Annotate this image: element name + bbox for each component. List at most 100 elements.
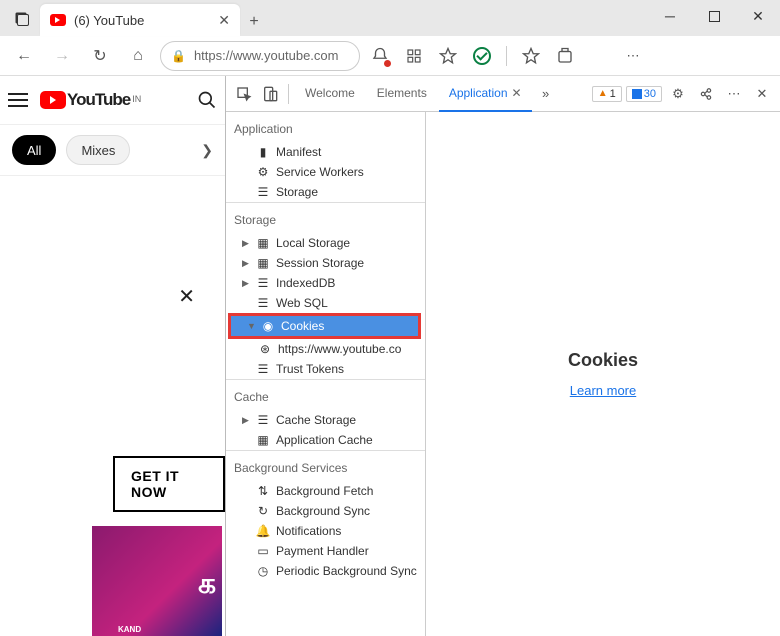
address-bar: ← → ↻ ⌂ 🔒 https://www.youtube.com ⋯ — [0, 36, 780, 76]
home-button[interactable]: ⌂ — [122, 40, 154, 72]
sidebar-item-cache-storage[interactable]: ▶☰Cache Storage — [226, 410, 425, 430]
tab-close-button[interactable]: ✕ — [218, 12, 230, 29]
section-application: Application — [226, 112, 425, 142]
reload-button[interactable]: ↻ — [84, 40, 116, 72]
tab-strip: (6) YouTube ✕ + — [0, 0, 268, 36]
database-icon: ☰ — [256, 276, 270, 290]
youtube-favicon-icon — [50, 14, 66, 26]
tab-application[interactable]: Application✕ — [439, 76, 532, 112]
get-it-now-button[interactable]: GET IT NOW — [113, 456, 225, 512]
device-toggle-icon[interactable] — [258, 82, 282, 106]
separator — [288, 84, 289, 104]
devtools-tab-bar: Welcome Elements Application✕ » ▲1 30 ⚙ … — [226, 76, 780, 112]
notifications-icon[interactable] — [366, 42, 394, 70]
sidebar-item-notifications[interactable]: 🔔Notifications — [226, 521, 425, 541]
sidebar-item-cookies[interactable]: ▼◉Cookies — [231, 316, 418, 336]
more-menu-button[interactable]: ⋯ — [619, 42, 647, 70]
dismiss-banner-button[interactable]: ✕ — [178, 284, 195, 309]
card-icon: ▭ — [256, 544, 270, 558]
collections-icon[interactable] — [551, 42, 579, 70]
chip-mixes[interactable]: Mixes — [66, 135, 130, 165]
devtools-panel: Welcome Elements Application✕ » ▲1 30 ⚙ … — [225, 76, 780, 636]
learn-more-link[interactable]: Learn more — [570, 383, 636, 398]
section-cache: Cache — [226, 380, 425, 410]
sidebar-item-app-cache[interactable]: ▦Application Cache — [226, 430, 425, 450]
sidebar-item-storage-app[interactable]: ☰Storage — [226, 182, 425, 202]
globe-icon: ⊛ — [258, 342, 272, 356]
browser-tab[interactable]: (6) YouTube ✕ — [40, 4, 240, 36]
url-field[interactable]: 🔒 https://www.youtube.com — [160, 41, 360, 71]
forward-button: → — [46, 40, 78, 72]
chip-scroll-right[interactable]: ❯ — [201, 142, 213, 159]
cookies-highlight: ▼◉Cookies — [228, 313, 421, 339]
database-icon: ☰ — [256, 296, 270, 310]
sidebar-item-indexeddb[interactable]: ▶☰IndexedDB — [226, 273, 425, 293]
new-tab-button[interactable]: + — [240, 8, 268, 36]
page-content: YouTube IN All Mixes ❯ ✕ GET IT NOW ORIG… — [0, 76, 225, 636]
chip-bar: All Mixes ❯ — [0, 124, 225, 176]
section-storage: Storage — [226, 203, 425, 233]
separator — [506, 46, 507, 66]
grid-icon: ▦ — [256, 256, 270, 270]
youtube-logo[interactable]: YouTube IN — [40, 90, 141, 110]
extensions-icon[interactable] — [400, 42, 428, 70]
grammarly-icon[interactable] — [468, 42, 496, 70]
more-options-icon[interactable]: ⋯ — [722, 82, 746, 106]
tab-elements[interactable]: Elements — [367, 76, 437, 112]
messages-badge[interactable]: 30 — [626, 86, 662, 102]
devtools-sidebar[interactable]: Application ▮Manifest ⚙Service Workers ☰… — [226, 112, 426, 636]
close-devtools-button[interactable]: ✕ — [750, 82, 774, 106]
grid-icon: ▦ — [256, 236, 270, 250]
favorite-star-icon[interactable] — [517, 42, 545, 70]
tab-welcome[interactable]: Welcome — [295, 76, 365, 112]
more-tabs-icon[interactable]: » — [534, 82, 558, 106]
profile-avatar[interactable] — [585, 42, 613, 70]
tab-close-icon[interactable]: ✕ — [512, 86, 522, 100]
youtube-region: IN — [132, 94, 141, 104]
sidebar-item-payment-handler[interactable]: ▭Payment Handler — [226, 541, 425, 561]
document-icon: ▮ — [256, 145, 270, 159]
minimize-button[interactable]: ─ — [648, 0, 692, 32]
thumbnail-original-badge: ORIGINAL — [92, 571, 95, 628]
section-bg-services: Background Services — [226, 451, 425, 481]
sync-icon: ↻ — [256, 504, 270, 518]
sidebar-item-local-storage[interactable]: ▶▦Local Storage — [226, 233, 425, 253]
database-icon: ☰ — [256, 185, 270, 199]
sidebar-item-cookie-origin[interactable]: ⊛https://www.youtube.co — [226, 339, 425, 359]
sidebar-item-websql[interactable]: ☰Web SQL — [226, 293, 425, 313]
warnings-badge[interactable]: ▲1 — [592, 86, 622, 102]
database-icon: ☰ — [256, 413, 270, 427]
yt-header: YouTube IN — [0, 76, 225, 124]
sidebar-item-manifest[interactable]: ▮Manifest — [226, 142, 425, 162]
transfer-icon: ⇅ — [256, 484, 270, 498]
window-titlebar: (6) YouTube ✕ + ─ ✕ — [0, 0, 780, 36]
window-controls: ─ ✕ — [648, 0, 780, 36]
close-window-button[interactable]: ✕ — [736, 0, 780, 32]
bell-icon: 🔔 — [256, 524, 270, 538]
hamburger-icon[interactable] — [8, 93, 28, 107]
sidebar-item-service-workers[interactable]: ⚙Service Workers — [226, 162, 425, 182]
cookie-icon: ◉ — [261, 319, 275, 333]
tab-overview-button[interactable] — [6, 4, 40, 36]
clock-sync-icon: ◷ — [256, 564, 270, 578]
main-title: Cookies — [568, 350, 638, 371]
sidebar-item-periodic-sync[interactable]: ◷Periodic Background Sync — [226, 561, 425, 581]
tab-title: (6) YouTube — [74, 13, 144, 28]
sidebar-item-bg-fetch[interactable]: ⇅Background Fetch — [226, 481, 425, 501]
thumbnail-kand: KAND — [118, 625, 141, 634]
back-button[interactable]: ← — [8, 40, 40, 72]
maximize-button[interactable] — [692, 0, 736, 32]
sidebar-item-session-storage[interactable]: ▶▦Session Storage — [226, 253, 425, 273]
sidebar-item-bg-sync[interactable]: ↻Background Sync — [226, 501, 425, 521]
favorites-icon[interactable] — [434, 42, 462, 70]
grid-icon: ▦ — [256, 433, 270, 447]
video-thumbnail[interactable]: ORIGINAL க KAND — [92, 526, 222, 636]
devtools-main-pane: Cookies Learn more — [426, 112, 780, 636]
settings-icon[interactable]: ⚙ — [666, 82, 690, 106]
sidebar-item-trust-tokens[interactable]: ☰Trust Tokens — [226, 359, 425, 379]
inspect-element-icon[interactable] — [232, 82, 256, 106]
feedback-icon[interactable] — [694, 82, 718, 106]
chip-all[interactable]: All — [12, 135, 56, 165]
search-icon[interactable] — [197, 90, 217, 110]
database-icon: ☰ — [256, 362, 270, 376]
